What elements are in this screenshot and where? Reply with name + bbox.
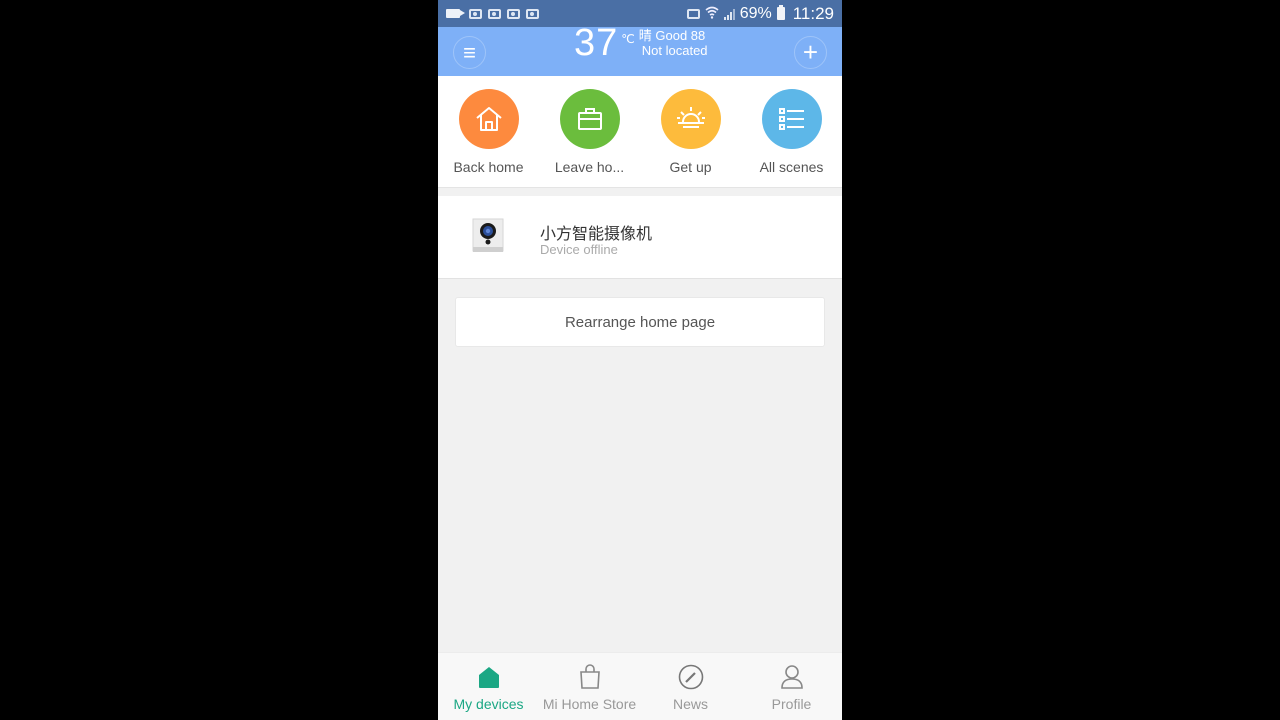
gallery-notification-icon <box>488 8 501 19</box>
phone-screen: 69% 11:29 ≡ 37 ℃ 晴 Good 88 Not located +… <box>438 0 842 720</box>
house-icon <box>458 89 519 149</box>
device-card[interactable]: 小方智能摄像机 Device offline <box>438 196 842 279</box>
tab-profile[interactable]: Profile <box>741 653 842 720</box>
temperature-unit: ℃ <box>621 32 635 46</box>
tab-my-devices[interactable]: My devices <box>438 653 539 720</box>
wifi-icon <box>705 6 719 21</box>
signal-icon <box>723 8 735 20</box>
gallery-notification-icon <box>469 8 482 19</box>
scene-all-scenes[interactable]: All scenes <box>741 76 842 187</box>
scene-leave-home[interactable]: Leave ho... <box>539 76 640 187</box>
menu-button[interactable]: ≡ <box>453 36 486 69</box>
rearrange-label: Rearrange home page <box>564 313 716 331</box>
add-device-button[interactable]: + <box>794 36 827 69</box>
home-icon <box>476 664 502 690</box>
scene-get-up[interactable]: Get up <box>640 76 741 187</box>
menu-icon: ≡ <box>463 39 476 65</box>
plus-icon: + <box>802 37 819 67</box>
scene-label: Leave ho... <box>554 159 625 175</box>
nav-label: Profile <box>771 696 812 712</box>
temperature: 37 <box>574 22 619 64</box>
bottom-navigation: My devices Mi Home Store News Profile <box>438 652 842 720</box>
battery-icon <box>776 5 785 20</box>
rearrange-home-button[interactable]: Rearrange home page <box>455 297 825 347</box>
cast-icon <box>686 8 700 19</box>
briefcase-icon <box>559 89 620 149</box>
device-name: 小方智能摄像机 <box>540 224 653 243</box>
weather-widget[interactable]: 37 ℃ 晴 Good 88 Not located <box>574 24 708 62</box>
nav-label: Mi Home Store <box>542 696 637 712</box>
sunrise-icon <box>660 89 721 149</box>
list-icon <box>761 89 822 149</box>
weather-header: ≡ 37 ℃ 晴 Good 88 Not located + <box>438 24 842 76</box>
compass-icon <box>678 664 704 690</box>
weather-condition: 晴 Good 88 <box>638 28 706 43</box>
device-status: Device offline <box>540 242 618 257</box>
scene-label: Get up <box>669 159 712 175</box>
video-notification-icon <box>446 9 465 18</box>
tab-news[interactable]: News <box>640 653 741 720</box>
scene-label: Back home <box>453 159 524 175</box>
person-icon <box>779 664 805 690</box>
tab-mi-home-store[interactable]: Mi Home Store <box>539 653 640 720</box>
clock: 11:29 <box>792 3 834 23</box>
nav-label: My devices <box>453 696 524 712</box>
location-status: Not located <box>641 43 708 58</box>
nav-label: News <box>672 696 708 712</box>
bag-icon <box>577 664 603 690</box>
scene-back-home[interactable]: Back home <box>438 76 539 187</box>
scene-label: All scenes <box>759 159 824 175</box>
gallery-notification-icon <box>526 8 539 19</box>
status-bar: 69% 11:29 <box>438 0 842 27</box>
battery-percent: 69% <box>739 4 772 22</box>
scene-shortcuts: Back home Leave ho... Get up All scenes <box>438 76 842 188</box>
camera-icon <box>472 218 504 254</box>
gallery-notification-icon <box>507 8 520 19</box>
